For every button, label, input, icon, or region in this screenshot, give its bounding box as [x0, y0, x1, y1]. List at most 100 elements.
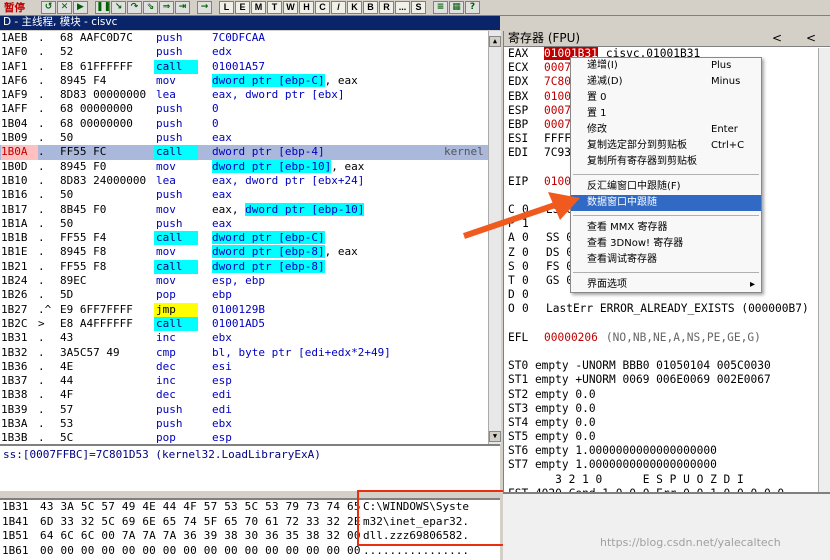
menu-item[interactable]: 查看调试寄存器 — [571, 252, 761, 268]
disasm-row[interactable]: 1B3A. 53 push ebx — [0, 417, 488, 431]
menu-item[interactable]: 复制所有寄存器到剪贴板 — [571, 154, 761, 170]
disasm-row[interactable]: 1B38. 4F dec edi — [0, 388, 488, 402]
disasm-row[interactable]: 1AF6. 8945 F4 mov dword ptr [ebp-C], eax — [0, 73, 488, 88]
disasm-row[interactable]: 1B26. 5D pop ebp — [0, 288, 488, 302]
window-button-2[interactable]: M — [251, 1, 266, 14]
disasm-row[interactable]: 1AEB. 68 AAFC0D7C push 7C0DFCAA — [0, 31, 488, 45]
window-button-6[interactable]: C — [315, 1, 330, 14]
menu-item[interactable]: 递减(D) Minus — [571, 74, 761, 90]
disasm-operand: edi — [212, 402, 232, 416]
disasm-row[interactable]: 1B39. 57 push edi — [0, 403, 488, 417]
window-button-9[interactable]: B — [363, 1, 378, 14]
flag-row[interactable]: O 0 LastErr ERROR_ALREADY_EXISTS (000000B7… — [504, 302, 830, 316]
window-button-3[interactable]: T — [267, 1, 282, 14]
disasm-row[interactable]: 1AF1. E8 61FFFFFF call 01001A57 — [0, 59, 488, 74]
dump-row[interactable]: 1B31 43 3A 5C 57 49 4E 44 4F 57 53 5C 53 … — [0, 500, 500, 515]
disasm-row[interactable]: 1B0D. 8945 F0 mov dword ptr [ebp-10], eax — [0, 159, 488, 174]
disasm-address: 1B3B — [1, 431, 28, 444]
restart-icon[interactable]: ↺ — [41, 1, 56, 14]
memory-dump-pane[interactable]: 1B31 43 3A 5C 57 49 4E 44 4F 57 53 5C 53 … — [0, 498, 500, 560]
trace-over-icon[interactable]: ⇒ — [159, 1, 174, 14]
disasm-address: 1B16 — [1, 188, 28, 202]
disasm-row[interactable]: 1B1A. 50 push eax — [0, 217, 488, 231]
step-over-icon[interactable]: ↷ — [127, 1, 142, 14]
fpu-register-row[interactable]: ST6 empty 1.0000000000000000000 — [504, 444, 830, 458]
fpu-register-row[interactable]: ST4 empty 0.0 — [504, 416, 830, 430]
window-button-8[interactable]: K — [347, 1, 362, 14]
menu-item[interactable]: 修改 Enter — [571, 122, 761, 138]
registers-header[interactable]: 寄存器 (FPU) < < — [504, 31, 830, 47]
disasm-row[interactable]: 1B1E. 8945 F8 mov dword ptr [ebp-8], eax — [0, 245, 488, 259]
disassembly-scrollbar[interactable]: ▲ ▼ — [488, 31, 501, 444]
dump-row[interactable]: 1B51 64 6C 6C 00 7A 7A 7A 36 39 38 30 36 … — [0, 529, 500, 544]
grid-icon[interactable]: ▦ — [449, 1, 464, 14]
disasm-row[interactable]: 1B17. 8B45 F0 mov eax, dword ptr [ebp-10] — [0, 202, 488, 217]
dump-row[interactable]: 1B61 00 00 00 00 00 00 00 00 00 00 00 00 … — [0, 544, 500, 559]
registers-scrollbar[interactable] — [818, 48, 830, 492]
disasm-row[interactable]: 1B09. 50 push eax — [0, 131, 488, 145]
fpu-register-row[interactable]: ST3 empty 0.0 — [504, 402, 830, 416]
window-button-10[interactable]: R — [379, 1, 394, 14]
register-context-menu[interactable]: 递增(I) Plus 递减(D) Minus 置 0 置 1 修改 Enter 复制选定部分到剪… — [570, 57, 762, 293]
eflags-row[interactable]: EFL 00000206 (NO,NB,NE,A,NS,PE,GE,G) — [504, 331, 830, 345]
step-into-icon[interactable]: ↘ — [111, 1, 126, 14]
disasm-row[interactable]: 1B2C > E8 A4FFFFFF call 01001AD5 — [0, 316, 488, 332]
dump-row[interactable]: 1B41 6D 33 32 5C 69 6E 65 74 5F 65 70 61 … — [0, 515, 500, 530]
disasm-row[interactable]: 1B37. 44 inc esp — [0, 374, 488, 388]
disasm-row[interactable]: 1AF9. 8D83 00000000 lea eax, dword ptr [ebx… — [0, 88, 488, 102]
list-icon[interactable]: ≡ — [433, 1, 448, 14]
window-button-0[interactable]: L — [219, 1, 234, 14]
fpu-register-row[interactable]: ST5 empty 0.0 — [504, 430, 830, 444]
execute-till-return-icon[interactable]: ⇥ — [175, 1, 190, 14]
disasm-row[interactable]: 1B21. FF55 F8 call dword ptr [ebp-8] — [0, 259, 488, 275]
menu-item[interactable]: 数据窗口中跟随 — [571, 195, 761, 211]
window-button-7[interactable]: / — [331, 1, 346, 14]
fpu-register-row[interactable]: ST1 empty +UNORM 0069 006E0069 002E0067 — [504, 373, 830, 387]
disasm-row[interactable]: 1B1B. FF55 F4 call dword ptr [ebp-C] — [0, 231, 488, 246]
pause-icon[interactable]: ❚❚ — [95, 1, 111, 14]
menu-item[interactable]: 查看 3DNow! 寄存器 — [571, 236, 761, 252]
disasm-row[interactable]: 1B27 .^ E9 6FF7FFFF jmp 0100129B — [0, 302, 488, 317]
disasm-row[interactable]: 1AFF. 68 00000000 push 0 — [0, 102, 488, 116]
menu-item[interactable]: 复制选定部分到剪贴板 Ctrl+C — [571, 138, 761, 154]
disasm-marker: . — [38, 45, 45, 59]
debugger-window: 暂停 ↺ ✕ ▶ ❚❚ ↘ ↷ ⇘ ⇒ ⇥ → L E M T W H C / K B R... S … — [0, 0, 830, 560]
menu-item[interactable]: 递增(I) Plus — [571, 58, 761, 74]
disasm-row[interactable]: 1B31. 43 inc ebx — [0, 331, 488, 345]
trace-into-icon[interactable]: ⇘ — [143, 1, 158, 14]
menu-item[interactable]: 反汇编窗口中跟随(F) — [571, 179, 761, 195]
disasm-address: 1AF1 — [1, 59, 28, 73]
menu-item[interactable]: 界面选项 ▸ — [571, 277, 761, 293]
menu-item[interactable]: 查看 MMX 寄存器 — [571, 220, 761, 236]
window-button-12[interactable]: S — [411, 1, 426, 14]
chevron-left-icon[interactable]: < — [806, 31, 816, 46]
disasm-row[interactable]: 1B0A. FF55 FC call dword ptr [ebp-4] kernel — [0, 145, 488, 160]
window-button-5[interactable]: H — [299, 1, 314, 14]
disassembly-pane[interactable]: 1AEB. 68 AAFC0D7C push 7C0DFCAA 1AF0. 52 push e… — [0, 31, 488, 444]
scroll-up-icon[interactable]: ▲ — [489, 36, 501, 47]
disasm-row[interactable]: 1AF0. 52 push edx — [0, 45, 488, 59]
menu-item[interactable]: 置 0 — [571, 90, 761, 106]
chevron-left-icon[interactable]: < — [772, 31, 782, 46]
fpu-register-row[interactable]: ST0 empty -UNORM BBB0 01050104 005C0030 — [504, 359, 830, 373]
disasm-row[interactable]: 1B36. 4E dec esi — [0, 360, 488, 374]
disasm-row[interactable]: 1B32. 3A5C57 49 cmp bl, byte ptr [edi+edx*2… — [0, 346, 488, 360]
disasm-row[interactable]: 1B16. 50 push eax — [0, 188, 488, 202]
scroll-down-icon[interactable]: ▼ — [489, 431, 501, 442]
help-icon[interactable]: ? — [465, 1, 480, 14]
disasm-row[interactable]: 1B10. 8D83 24000000 lea eax, dword ptr [ebx… — [0, 174, 488, 188]
menu-item[interactable]: 置 1 — [571, 106, 761, 122]
disasm-row[interactable]: 1B3B. 5C pop esp — [0, 431, 488, 444]
window-button-11[interactable]: ... — [395, 1, 410, 14]
window-button-4[interactable]: W — [283, 1, 298, 14]
close-icon[interactable]: ✕ — [57, 1, 72, 14]
run-icon[interactable]: ▶ — [73, 1, 88, 14]
fpu-register-row[interactable]: ST2 empty 0.0 — [504, 388, 830, 402]
disasm-row[interactable]: 1B24. 89EC mov esp, ebp — [0, 274, 488, 288]
dump-hex: 43 3A 5C 57 49 4E 44 4F 57 53 5C 53 79 7… — [40, 500, 361, 513]
fpu-register-row[interactable]: ST7 empty 1.0000000000000000000 — [504, 458, 830, 472]
window-button-1[interactable]: E — [235, 1, 250, 14]
disasm-row[interactable]: 1B04. 68 00000000 push 0 — [0, 117, 488, 131]
disasm-operand: 0 — [212, 116, 219, 130]
goto-icon[interactable]: → — [197, 1, 212, 14]
